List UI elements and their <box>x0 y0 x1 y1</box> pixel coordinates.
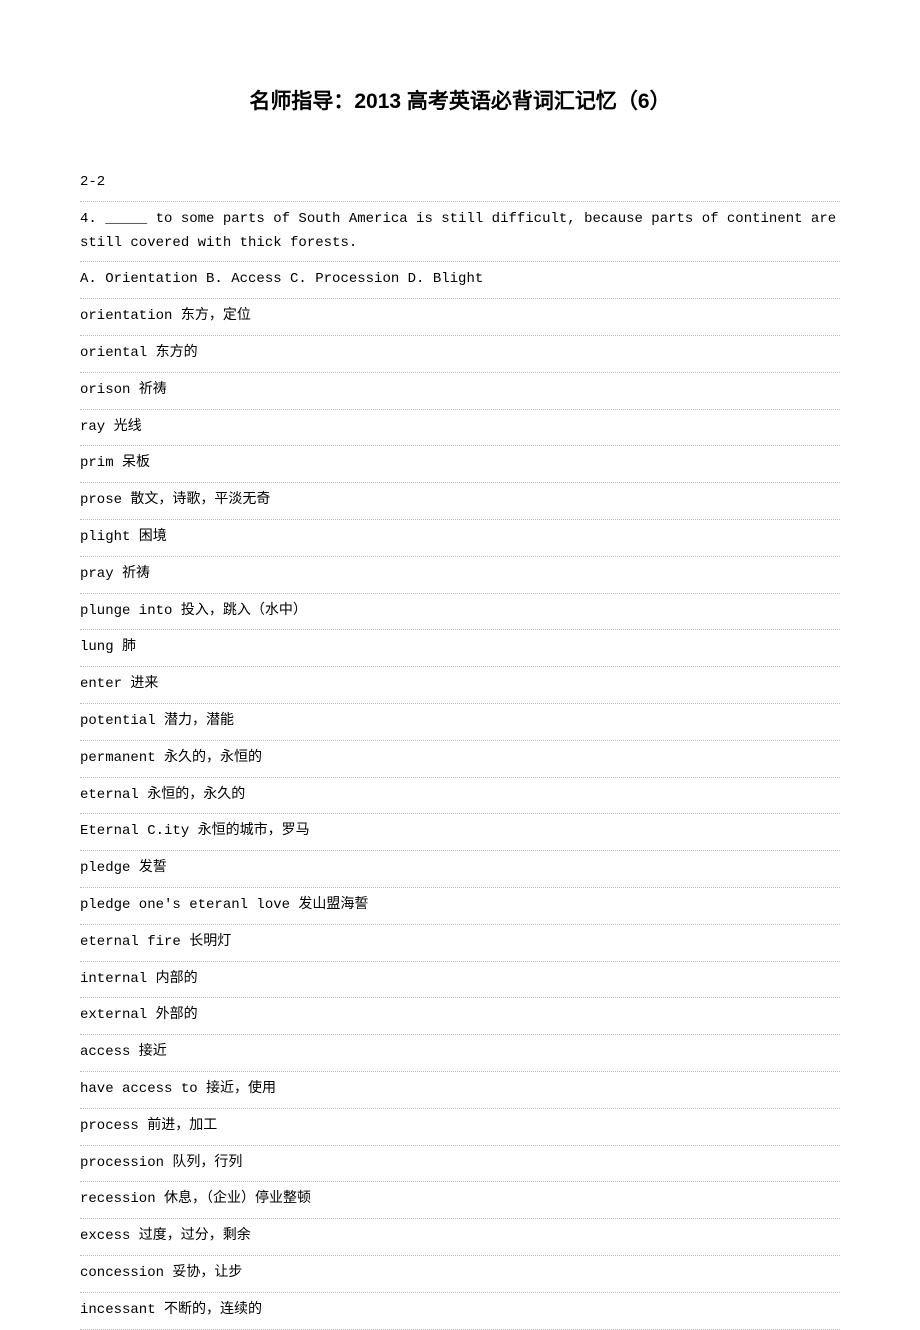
text-line: 2-2 <box>80 165 840 202</box>
text-line: pledge one's eteranl love 发山盟海誓 <box>80 888 840 925</box>
text-line: pray 祈祷 <box>80 557 840 594</box>
page-title: 名师指导：2013 高考英语必背词汇记忆（6） <box>80 85 840 115</box>
text-line: enter 进来 <box>80 667 840 704</box>
text-line: process 前进，加工 <box>80 1109 840 1146</box>
text-line: eternal 永恒的，永久的 <box>80 778 840 815</box>
text-line: ray 光线 <box>80 410 840 447</box>
text-line: incessant 不断的，连续的 <box>80 1293 840 1330</box>
text-line: recession 休息，（企业）停业整顿 <box>80 1182 840 1219</box>
text-line: concession 妥协，让步 <box>80 1256 840 1293</box>
text-line: still covered with thick forests. <box>80 232 840 263</box>
text-line: external 外部的 <box>80 998 840 1035</box>
text-line: access 接近 <box>80 1035 840 1072</box>
document-body: 2-2 4. _____ to some parts of South Amer… <box>80 165 840 1330</box>
text-line: orientation 东方，定位 <box>80 299 840 336</box>
text-line: permanent 永久的，永恒的 <box>80 741 840 778</box>
text-line: excess 过度，过分，剩余 <box>80 1219 840 1256</box>
text-line: have access to 接近，使用 <box>80 1072 840 1109</box>
text-line: lung 肺 <box>80 630 840 667</box>
text-line: procession 队列，行列 <box>80 1146 840 1183</box>
text-line: Eternal C.ity 永恒的城市，罗马 <box>80 814 840 851</box>
text-line: pledge 发誓 <box>80 851 840 888</box>
text-line: plight 困境 <box>80 520 840 557</box>
text-line: orison 祈祷 <box>80 373 840 410</box>
text-line: 4. _____ to some parts of South America … <box>80 202 840 232</box>
text-line: oriental 东方的 <box>80 336 840 373</box>
text-line: prim 呆板 <box>80 446 840 483</box>
text-line: eternal fire 长明灯 <box>80 925 840 962</box>
text-line: A. Orientation B. Access C. Procession D… <box>80 262 840 299</box>
text-line: potential 潜力，潜能 <box>80 704 840 741</box>
text-line: prose 散文，诗歌，平淡无奇 <box>80 483 840 520</box>
text-line: plunge into 投入，跳入（水中） <box>80 594 840 631</box>
text-line: internal 内部的 <box>80 962 840 999</box>
